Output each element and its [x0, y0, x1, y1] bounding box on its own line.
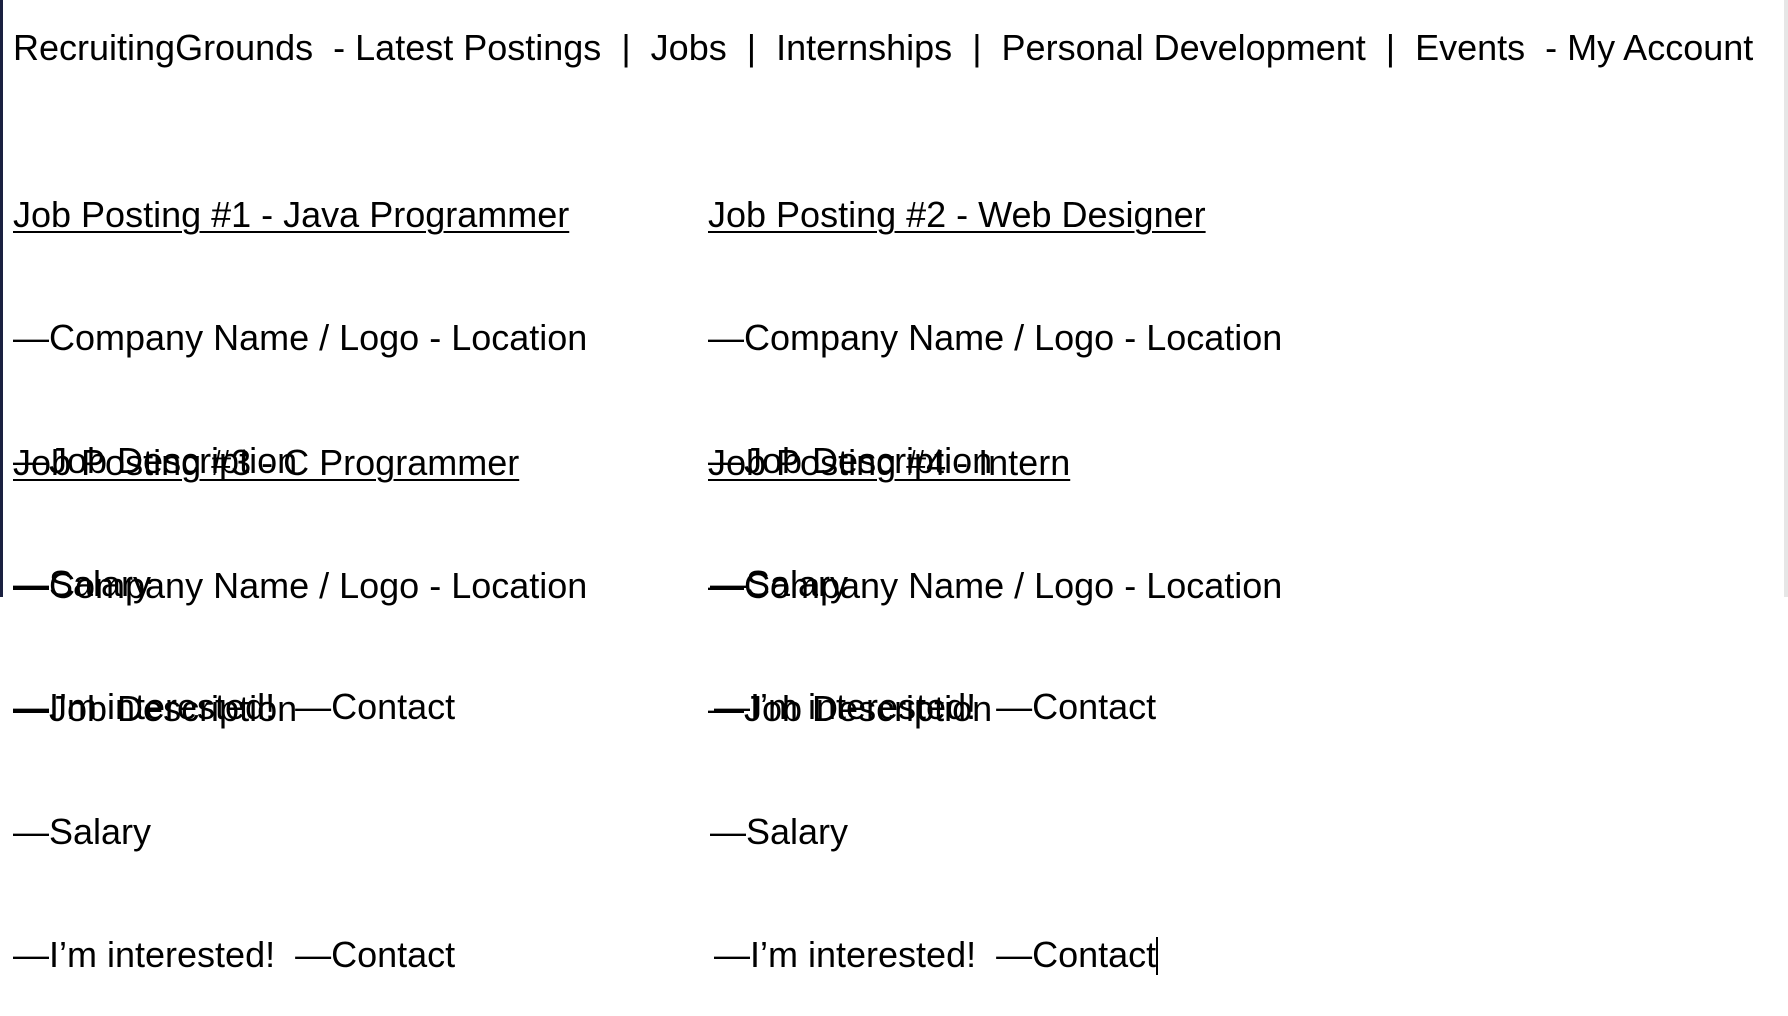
brand-logo-text[interactable]: RecruitingGrounds: [13, 27, 313, 68]
interested-button[interactable]: —I’m interested!: [714, 934, 976, 975]
separator: -: [1525, 27, 1568, 68]
text-cursor: [1156, 937, 1159, 975]
nav-latest-postings[interactable]: Latest Postings: [355, 27, 601, 68]
contact-button[interactable]: —Contact: [996, 934, 1156, 975]
nav-my-account[interactable]: My Account: [1567, 27, 1753, 68]
company-line: —Company Name / Logo - Location: [708, 317, 1283, 358]
separator: |: [1365, 27, 1416, 68]
company-line: —Company Name / Logo - Location: [708, 565, 1283, 606]
separator: |: [952, 27, 1002, 68]
job-posting-4: Job Posting #4 - Intern —Company Name / …: [708, 360, 1282, 1016]
nav-personal-development[interactable]: Personal Development: [1002, 27, 1366, 68]
company-line: —Company Name / Logo - Location: [13, 565, 588, 606]
window-left-border: [0, 0, 3, 597]
description-line: —Job Description: [708, 688, 993, 729]
contact-button[interactable]: —Contact: [295, 934, 455, 975]
job-posting-title[interactable]: Job Posting #4 - Intern: [708, 442, 1070, 483]
job-posting-title[interactable]: Job Posting #3 - C Programmer: [13, 442, 519, 483]
top-navigation: RecruitingGrounds - Latest Postings | Jo…: [13, 26, 1753, 70]
salary-line: —Salary: [710, 811, 849, 852]
job-posting-3: Job Posting #3 - C Programmer —Company N…: [13, 360, 587, 1016]
separator: -: [313, 27, 356, 68]
nav-jobs[interactable]: Jobs: [651, 27, 727, 68]
job-posting-title[interactable]: Job Posting #1 - Java Programmer: [13, 194, 569, 235]
description-line: —Job Description: [13, 688, 298, 729]
separator: |: [601, 27, 651, 68]
window-right-border: [1784, 0, 1788, 597]
nav-events[interactable]: Events: [1415, 27, 1525, 68]
job-posting-title[interactable]: Job Posting #2 - Web Designer: [708, 194, 1206, 235]
nav-internships[interactable]: Internships: [776, 27, 952, 68]
interested-button[interactable]: —I’m interested!: [13, 934, 275, 975]
separator: |: [726, 27, 777, 68]
company-line: —Company Name / Logo - Location: [13, 317, 588, 358]
salary-line: —Salary: [13, 811, 152, 852]
